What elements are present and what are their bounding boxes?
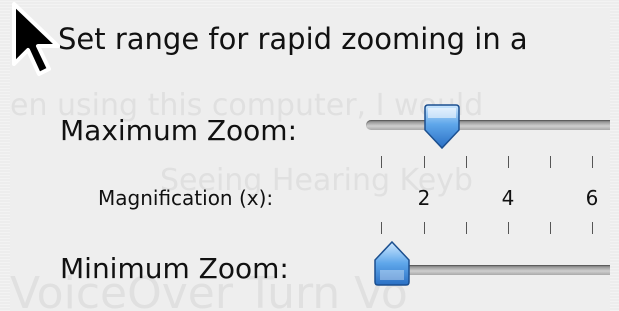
- magnification-tick-6: 6: [585, 186, 599, 210]
- minimum-zoom-thumb[interactable]: [371, 240, 413, 286]
- slider-ticks-bottom: [10, 222, 610, 236]
- maximum-zoom-thumb[interactable]: [421, 104, 463, 150]
- magnification-label: Magnification (x):: [98, 186, 274, 210]
- magnification-tick-4: 4: [501, 186, 515, 210]
- maximum-zoom-label: Maximum Zoom:: [60, 114, 298, 147]
- slider-ticks-top: [10, 156, 610, 170]
- maximum-zoom-slider[interactable]: [366, 120, 610, 130]
- zoom-range-heading: Set range for rapid zooming in a: [58, 22, 528, 56]
- zoom-options-panel: en using this computer, I would Seeing H…: [10, 8, 610, 311]
- mouse-pointer-icon: [12, 2, 60, 76]
- minimum-zoom-label: Minimum Zoom:: [60, 252, 289, 285]
- magnification-tick-2: 2: [417, 186, 431, 210]
